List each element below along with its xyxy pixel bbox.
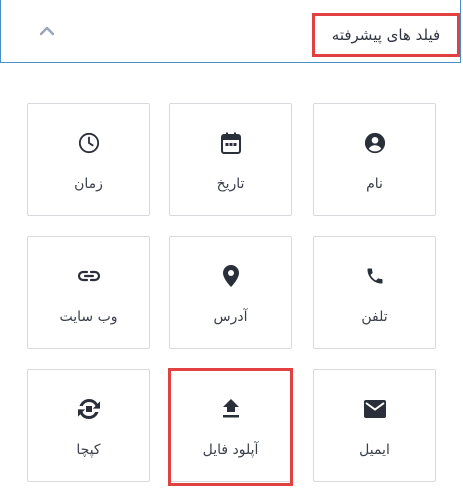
field-label: نام — [366, 176, 383, 192]
captcha-icon — [28, 396, 149, 422]
field-card-website[interactable]: وب سایت — [27, 236, 150, 349]
clock-icon — [28, 130, 149, 156]
phone-icon — [314, 263, 435, 289]
calendar-icon — [170, 130, 291, 156]
upload-icon — [170, 396, 291, 422]
field-card-phone[interactable]: تلفن — [313, 236, 436, 349]
field-card-address[interactable]: آدرس — [169, 236, 292, 349]
field-label: کپچا — [76, 442, 101, 458]
field-label: تاریخ — [216, 176, 245, 192]
field-card-email[interactable]: ایمیل — [313, 369, 436, 482]
account-circle-icon — [314, 130, 435, 156]
field-label: ایمیل — [359, 442, 390, 458]
link-icon — [28, 263, 149, 289]
field-label: آپلود فایل — [202, 442, 259, 458]
email-icon — [314, 396, 435, 422]
location-pin-icon — [170, 263, 291, 289]
field-label: تلفن — [361, 309, 388, 325]
field-label: وب سایت — [59, 309, 118, 325]
section-title-text: فیلد های پیشرفته — [331, 26, 441, 44]
field-card-time[interactable]: زمان — [27, 103, 150, 216]
field-card-file-upload[interactable]: آپلود فایل — [169, 369, 292, 482]
section-title: فیلد های پیشرفته — [312, 13, 460, 57]
advanced-fields-header[interactable]: فیلد های پیشرفته — [0, 0, 461, 63]
field-card-name[interactable]: نام — [313, 103, 436, 216]
field-card-date[interactable]: تاریخ — [169, 103, 292, 216]
chevron-up-icon[interactable] — [37, 24, 57, 38]
field-label: زمان — [74, 176, 103, 192]
field-card-captcha[interactable]: کپچا — [27, 369, 150, 482]
field-label: آدرس — [213, 309, 248, 325]
